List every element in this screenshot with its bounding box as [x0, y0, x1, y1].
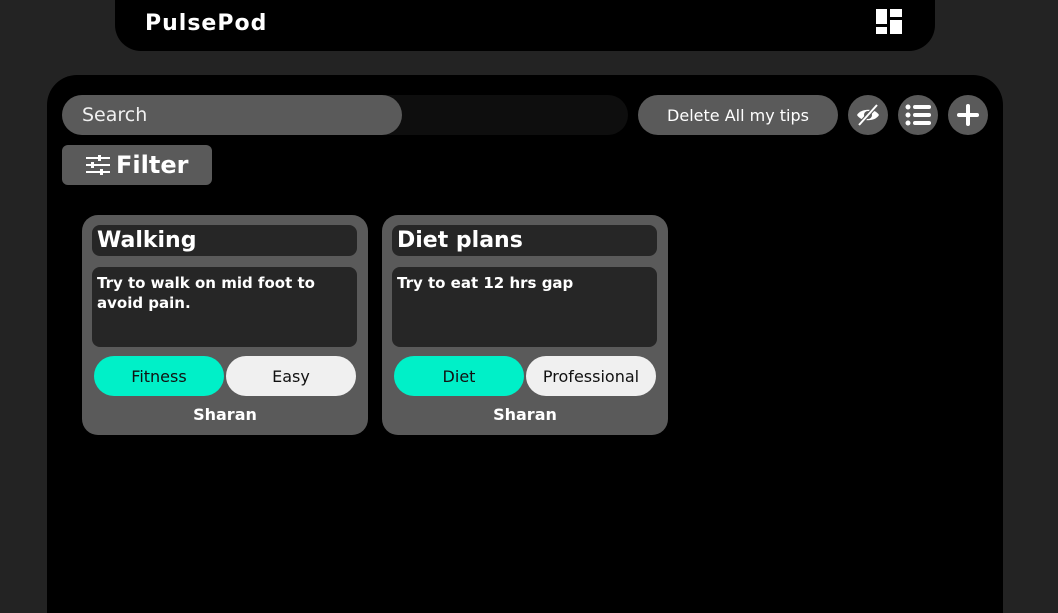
dashboard-icon[interactable] — [876, 9, 902, 34]
tip-category-tag[interactable]: Fitness — [94, 356, 224, 396]
plus-icon — [957, 104, 979, 126]
hide-tips-button[interactable] — [848, 95, 888, 135]
filter-button[interactable]: Filter — [62, 145, 212, 185]
tip-level-tag[interactable]: Easy — [226, 356, 356, 396]
tip-author: Sharan — [193, 405, 257, 424]
list-view-button[interactable] — [898, 95, 938, 135]
eye-slash-icon — [857, 103, 879, 127]
tip-level-tag[interactable]: Professional — [526, 356, 656, 396]
tip-title: Walking — [92, 225, 357, 256]
tips-panel: Delete All my tips — [47, 75, 1003, 613]
tip-body: Try to walk on mid foot to avoid pain. — [92, 267, 357, 347]
delete-all-tips-button[interactable]: Delete All my tips — [638, 95, 838, 135]
tip-body: Try to eat 12 hrs gap — [392, 267, 657, 347]
add-tip-button[interactable] — [948, 95, 988, 135]
app-title[interactable]: PulsePod — [145, 11, 267, 36]
tip-title: Diet plans — [392, 225, 657, 256]
tip-author: Sharan — [493, 405, 557, 424]
tip-card[interactable]: Diet plans Try to eat 12 hrs gap Diet Pr… — [382, 215, 668, 435]
top-nav: PulsePod — [115, 0, 935, 51]
filter-label: Filter — [116, 151, 189, 179]
list-icon — [905, 104, 931, 126]
search-input[interactable] — [62, 95, 402, 135]
sliders-icon — [86, 155, 110, 175]
tip-category-tag[interactable]: Diet — [394, 356, 524, 396]
tip-card[interactable]: Walking Try to walk on mid foot to avoid… — [82, 215, 368, 435]
